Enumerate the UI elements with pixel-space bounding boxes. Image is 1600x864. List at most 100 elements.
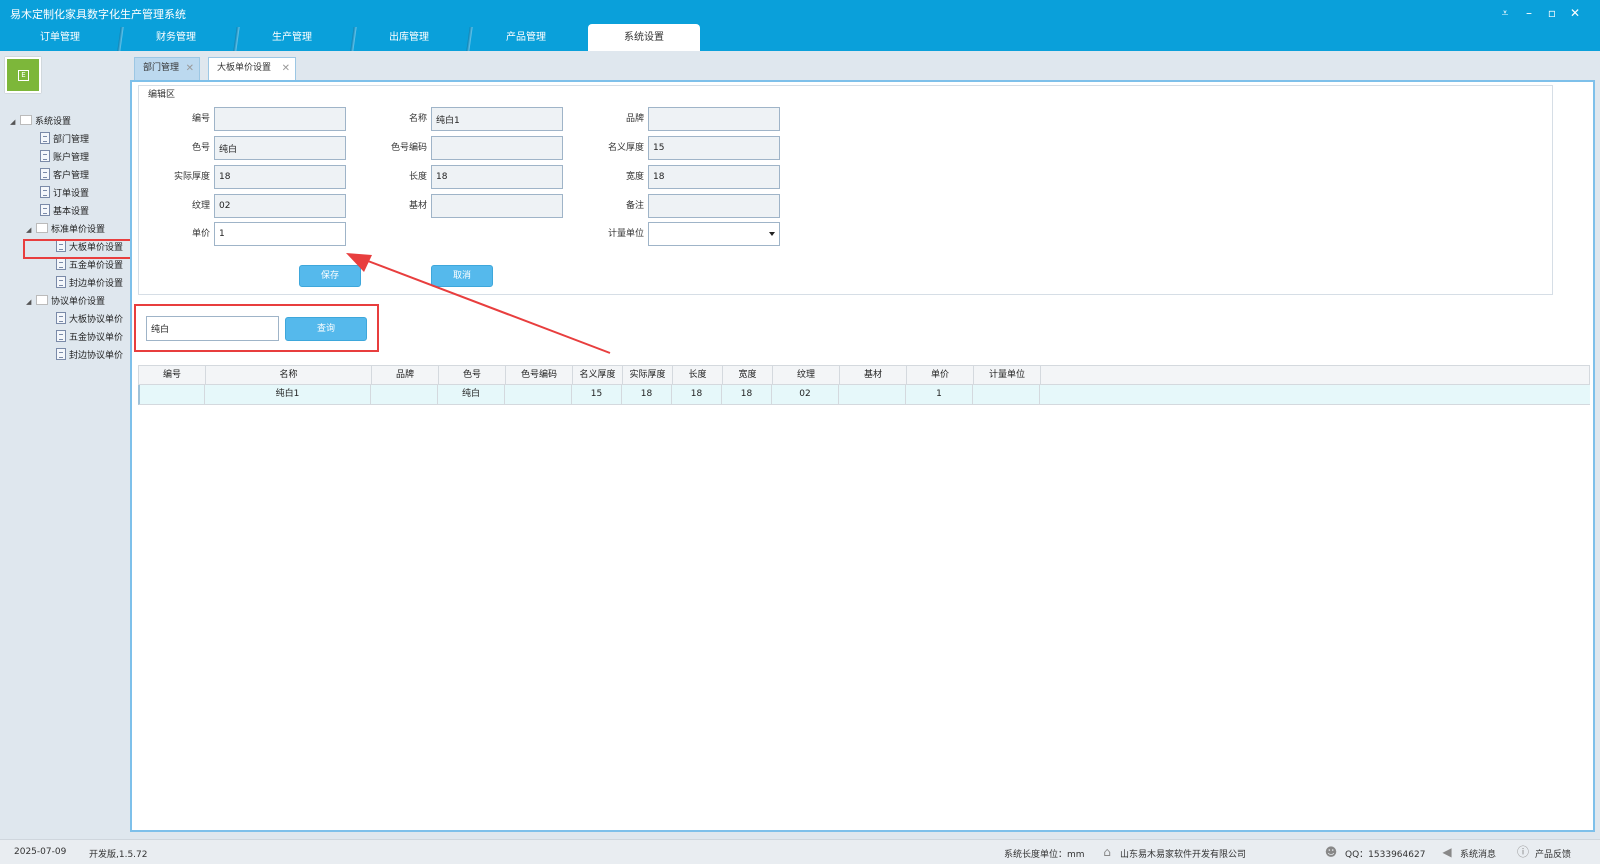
sidebar-item-basic-settings[interactable]: 基本设置 (40, 203, 89, 221)
unit-select[interactable] (648, 222, 780, 246)
table-cell (371, 385, 438, 404)
column-header[interactable]: 基材 (840, 366, 907, 385)
price-input[interactable] (214, 222, 346, 246)
table-row[interactable]: 纯白1 纯白 15 18 18 18 02 1 (138, 385, 1590, 405)
status-version: 开发版,1.5.72 (89, 850, 148, 860)
status-bar: 2025-07-09 开发版,1.5.72 系统长度单位：mm ⌂ 山东易木易家… (0, 839, 1600, 864)
content-tab-board-price[interactable]: 大板单价设置 ✕ (208, 57, 296, 81)
column-header[interactable]: 色号 (439, 366, 506, 385)
sidebar-item-order-settings[interactable]: 订单设置 (40, 185, 89, 203)
sidebar-item-board-agreement[interactable]: 大板协议单价 (56, 311, 123, 329)
nominal-thickness-input[interactable] (648, 136, 780, 160)
base-material-input[interactable] (431, 194, 563, 218)
tree-label: 封边协议单价 (69, 351, 124, 361)
column-header[interactable]: 计量单位 (974, 366, 1041, 385)
folder-icon (36, 223, 48, 233)
minimize-icon[interactable]: – (1520, 4, 1538, 22)
column-header[interactable]: 长度 (673, 366, 723, 385)
code-input[interactable] (214, 107, 346, 131)
users-icon: ☻ (1324, 845, 1338, 859)
dropdown-menu-icon[interactable]: ⩡ (1496, 4, 1514, 22)
actual-thickness-label: 实际厚度 (173, 172, 210, 182)
column-header[interactable]: 宽度 (723, 366, 773, 385)
sidebar-item-edge-agreement[interactable]: 封边协议单价 (56, 347, 123, 365)
column-header[interactable]: 色号编码 (506, 366, 573, 385)
nav-tab-finance[interactable]: 财务管理 (120, 24, 232, 51)
column-header[interactable]: 单价 (907, 366, 974, 385)
status-feedback[interactable]: 产品反馈 (1535, 847, 1571, 860)
search-input[interactable] (146, 316, 279, 341)
column-header[interactable]: 编号 (139, 366, 206, 385)
document-icon (40, 150, 50, 162)
tree-label: 五金协议单价 (69, 333, 124, 343)
document-icon (56, 330, 66, 342)
tree-label: 标准单价设置 (51, 225, 106, 235)
window-title: 易木定制化家具数字化生产管理系统 (10, 8, 186, 21)
table-cell: 纯白 (438, 385, 505, 404)
cancel-button[interactable]: 取消 (431, 265, 493, 287)
brand-label: 品牌 (625, 114, 644, 124)
width-input[interactable] (648, 165, 780, 189)
color-code-input[interactable] (431, 136, 563, 160)
sidebar-item-customers[interactable]: 客户管理 (40, 167, 89, 185)
close-tab-icon[interactable]: ✕ (282, 58, 290, 79)
column-header[interactable]: 名称 (206, 366, 372, 385)
texture-input[interactable] (214, 194, 346, 218)
tree-label: 账户管理 (53, 153, 90, 163)
nominal-thickness-label: 名义厚度 (607, 143, 644, 153)
expand-triangle-icon[interactable]: ◢ (10, 113, 20, 131)
document-icon (56, 312, 66, 324)
brand-input[interactable] (648, 107, 780, 131)
table-cell: 15 (572, 385, 622, 404)
tree-node-standard-price[interactable]: ◢ 标准单价设置 (26, 221, 105, 239)
close-tab-icon[interactable]: ✕ (186, 58, 194, 79)
table-cell: 18 (722, 385, 772, 404)
content-tab-department[interactable]: 部门管理 ✕ (134, 57, 200, 80)
tree-label: 系统设置 (35, 117, 72, 127)
save-button[interactable]: 保存 (299, 265, 361, 287)
column-header[interactable]: 品牌 (372, 366, 439, 385)
tree-node-system-settings[interactable]: ◢ 系统设置 (10, 113, 71, 131)
sidebar-item-hardware-agreement[interactable]: 五金协议单价 (56, 329, 123, 347)
expand-triangle-icon[interactable]: ◢ (26, 221, 36, 239)
expand-triangle-icon[interactable]: ◢ (26, 293, 36, 311)
status-length-unit: 系统长度单位：mm (1004, 850, 1085, 860)
sidebar-item-edge-price[interactable]: 封边单价设置 (56, 275, 123, 293)
remark-input[interactable] (648, 194, 780, 218)
app-logo: E (5, 57, 41, 93)
status-messages[interactable]: 系统消息 (1460, 847, 1496, 860)
query-button[interactable]: 查询 (285, 317, 367, 341)
column-header[interactable]: 实际厚度 (623, 366, 673, 385)
logo-letter: E (18, 70, 29, 81)
sidebar-item-hardware-price[interactable]: 五金单价设置 (56, 257, 123, 275)
document-icon (56, 276, 66, 288)
length-input[interactable] (431, 165, 563, 189)
table-cell (973, 385, 1040, 404)
info-icon[interactable]: ⓘ (1516, 845, 1530, 859)
document-icon (40, 132, 50, 144)
home-icon: ⌂ (1103, 845, 1111, 859)
status-qq: QQ：1533964627 (1345, 850, 1426, 860)
actual-thickness-input[interactable] (214, 165, 346, 189)
title-bar: 易木定制化家具数字化生产管理系统 ⩡ – ▫ ✕ (0, 0, 1600, 26)
length-label: 长度 (408, 172, 427, 182)
close-icon[interactable]: ✕ (1566, 4, 1584, 22)
maximize-icon[interactable]: ▫ (1543, 4, 1561, 22)
nav-tab-orders[interactable]: 订单管理 (4, 24, 116, 51)
tab-label: 部门管理 (143, 63, 180, 73)
nav-tab-outbound[interactable]: 出库管理 (353, 24, 465, 51)
sidebar-item-accounts[interactable]: 账户管理 (40, 149, 89, 167)
width-label: 宽度 (625, 172, 644, 182)
nav-tab-products[interactable]: 产品管理 (470, 24, 582, 51)
tree-node-agreement-price[interactable]: ◢ 协议单价设置 (26, 293, 105, 311)
column-header[interactable]: 名义厚度 (573, 366, 623, 385)
remark-label: 备注 (625, 201, 644, 211)
name-input[interactable] (431, 107, 563, 131)
color-input[interactable] (214, 136, 346, 160)
tree-label: 基本设置 (53, 207, 90, 217)
column-header[interactable]: 纹理 (773, 366, 840, 385)
speaker-icon[interactable]: ◀ (1440, 845, 1454, 859)
sidebar-item-department[interactable]: 部门管理 (40, 131, 89, 149)
nav-tab-system-settings[interactable]: 系统设置 (588, 24, 700, 51)
nav-tab-production[interactable]: 生产管理 (236, 24, 348, 51)
